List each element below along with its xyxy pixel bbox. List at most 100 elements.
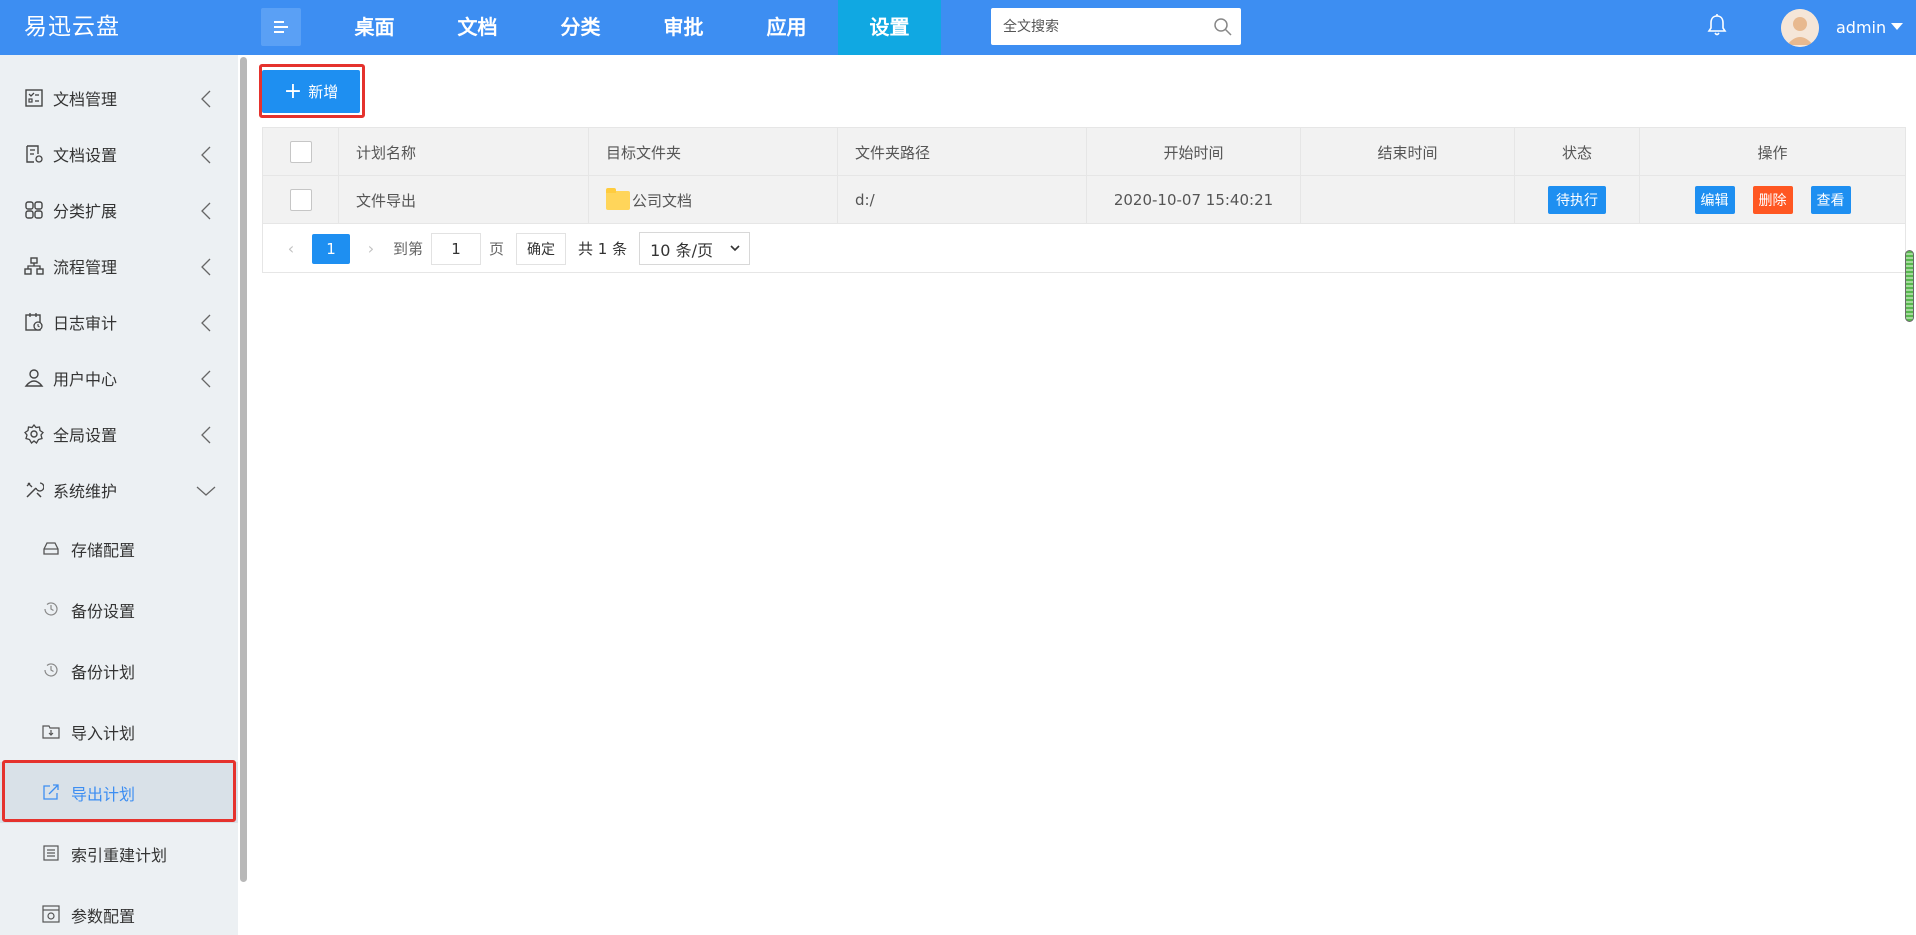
search-input[interactable]	[991, 8, 1201, 45]
tools-icon	[26, 482, 44, 498]
table-header: 计划名称 目标文件夹 文件夹路径 开始时间 结束时间 状态 操作	[263, 128, 1905, 176]
sidebar-sub-item-label: 索引重建计划	[71, 845, 168, 865]
sidebar-item-label: 用户中心	[53, 370, 118, 389]
sidebar-scroll-thumb[interactable]	[240, 57, 247, 882]
nav-apps[interactable]: 应用	[735, 0, 838, 55]
calendar-clock-icon	[25, 313, 43, 331]
nav-desktop[interactable]: 桌面	[323, 0, 426, 55]
chevron-left-icon	[201, 90, 211, 108]
sidebar-item-category-ext[interactable]: 分类扩展	[0, 182, 238, 238]
total-count: 共 1 条	[578, 240, 628, 258]
sidebar-sub-item-backup-plan[interactable]: 备份计划	[0, 640, 238, 701]
edit-button[interactable]: 编辑	[1694, 186, 1735, 214]
sidebar-item-label: 分类扩展	[53, 202, 118, 221]
sidebar-item-label: 文档管理	[53, 90, 118, 109]
chevron-down-icon	[196, 486, 216, 496]
config-icon	[42, 905, 60, 923]
sidebar-sub-item-label: 导入计划	[71, 723, 136, 743]
folder-icon	[606, 187, 630, 210]
chevron-down-icon	[730, 245, 740, 252]
header-folder-path[interactable]: 文件夹路径	[838, 128, 1087, 176]
pagination: ‹ 1 › 到第 页 确定 共 1 条 10 条/页	[263, 224, 1905, 273]
sidebar-item-label: 全局设置	[53, 426, 118, 445]
sidebar-item-label: 文档设置	[53, 146, 118, 165]
header-end-time[interactable]: 结束时间	[1301, 128, 1515, 176]
sidebar-sub-item-label: 导出计划	[71, 784, 136, 804]
page-scrollbar[interactable]	[1905, 250, 1914, 322]
cell-folder-path: d:/	[838, 176, 1087, 224]
top-bar: 易迅云盘 桌面 文档 分类 审批 应用 设置 admin	[0, 0, 1916, 55]
checklist-icon	[25, 89, 43, 107]
header-status[interactable]: 状态	[1515, 128, 1640, 176]
plus-icon: +	[283, 78, 303, 104]
sidebar-item-user-center[interactable]: 用户中心	[0, 350, 238, 406]
main-nav: 桌面 文档 分类 审批 应用 设置	[323, 0, 941, 55]
row-checkbox-cell	[263, 176, 339, 224]
sidebar-item-system-maintenance[interactable]: 系统维护	[0, 462, 238, 518]
status-badge: 待执行	[1548, 186, 1606, 214]
sidebar-item-flow-management[interactable]: 流程管理	[0, 238, 238, 294]
goto-confirm-button[interactable]: 确定	[516, 232, 567, 265]
nav-documents[interactable]: 文档	[426, 0, 529, 55]
sidebar-sub-item-backup-settings[interactable]: 备份设置	[0, 579, 238, 640]
nav-approval[interactable]: 审批	[632, 0, 735, 55]
sidebar-sub-item-index-rebuild-plan[interactable]: 索引重建计划	[0, 823, 238, 884]
cell-status: 待执行	[1515, 176, 1640, 224]
search-icon[interactable]	[1213, 17, 1233, 37]
chevron-left-icon	[201, 202, 211, 220]
header-target-folder[interactable]: 目标文件夹	[589, 128, 838, 176]
cell-target-folder-label: 公司文档	[632, 191, 693, 210]
history-icon	[44, 663, 58, 677]
page-size-value: 10 条/页	[650, 240, 713, 260]
chevron-left-icon	[201, 370, 211, 388]
sidebar-item-doc-management[interactable]: 文档管理	[0, 70, 238, 126]
goto-page-input[interactable]	[431, 232, 482, 265]
delete-button[interactable]: 删除	[1752, 186, 1793, 214]
gear-icon	[24, 424, 44, 444]
bell-icon[interactable]	[1707, 13, 1727, 37]
row-checkbox[interactable]	[289, 189, 312, 211]
sidebar-sub-item-storage-config[interactable]: 存储配置	[0, 518, 238, 579]
plan-table: 计划名称 目标文件夹 文件夹路径 开始时间 结束时间 状态 操作 文件导出 公司…	[262, 127, 1906, 273]
chevron-left-icon	[201, 426, 211, 444]
sidebar-sub-item-export-plan[interactable]: 导出计划	[0, 762, 238, 823]
page-current[interactable]: 1	[312, 233, 350, 264]
sidebar-sub-item-import-plan[interactable]: 导入计划	[0, 701, 238, 762]
nav-categories[interactable]: 分类	[529, 0, 632, 55]
username[interactable]: admin	[1836, 0, 1886, 55]
goto-prefix: 到第	[393, 240, 424, 258]
chevron-right-icon[interactable]: ›	[357, 239, 385, 258]
sidebar-sub-item-label: 备份计划	[71, 662, 136, 682]
list-icon	[43, 845, 59, 861]
menu-toggle-button[interactable]	[261, 8, 301, 46]
avatar-image	[1781, 9, 1819, 47]
add-button-label: 新增	[308, 83, 339, 101]
header-plan-name[interactable]: 计划名称	[339, 128, 589, 176]
menu-icon	[274, 21, 288, 33]
chevron-left-icon	[201, 258, 211, 276]
add-button[interactable]: + 新增	[262, 70, 360, 113]
chevron-left-icon	[201, 146, 211, 164]
sidebar-item-label: 日志审计	[53, 314, 118, 333]
avatar[interactable]	[1781, 9, 1819, 47]
import-icon	[42, 725, 60, 739]
sidebar-sub-item-label: 参数配置	[71, 906, 136, 926]
header-actions: 操作	[1757, 143, 1788, 162]
cell-plan-name: 文件导出	[339, 176, 589, 224]
sidebar-item-global-settings[interactable]: 全局设置	[0, 406, 238, 462]
select-all-checkbox[interactable]	[289, 141, 312, 163]
sidebar-item-doc-settings[interactable]: 文档设置	[0, 126, 238, 182]
sidebar-item-log-audit[interactable]: 日志审计	[0, 294, 238, 350]
sidebar-sub-item-param-config[interactable]: 参数配置	[0, 884, 238, 935]
sidebar-sub-item-label: 存储配置	[71, 540, 136, 560]
nav-settings[interactable]: 设置	[838, 0, 941, 55]
view-button[interactable]: 查看	[1810, 186, 1851, 214]
page-size-select[interactable]: 10 条/页	[639, 232, 751, 265]
user-dropdown-icon[interactable]	[1891, 23, 1903, 30]
cell-end-time	[1301, 176, 1515, 224]
history-icon	[44, 602, 58, 616]
chevron-left-icon[interactable]: ‹	[277, 239, 305, 258]
doc-settings-icon	[26, 145, 43, 163]
sidebar-scrollbar[interactable]	[239, 55, 248, 935]
header-start-time[interactable]: 开始时间	[1087, 128, 1301, 176]
